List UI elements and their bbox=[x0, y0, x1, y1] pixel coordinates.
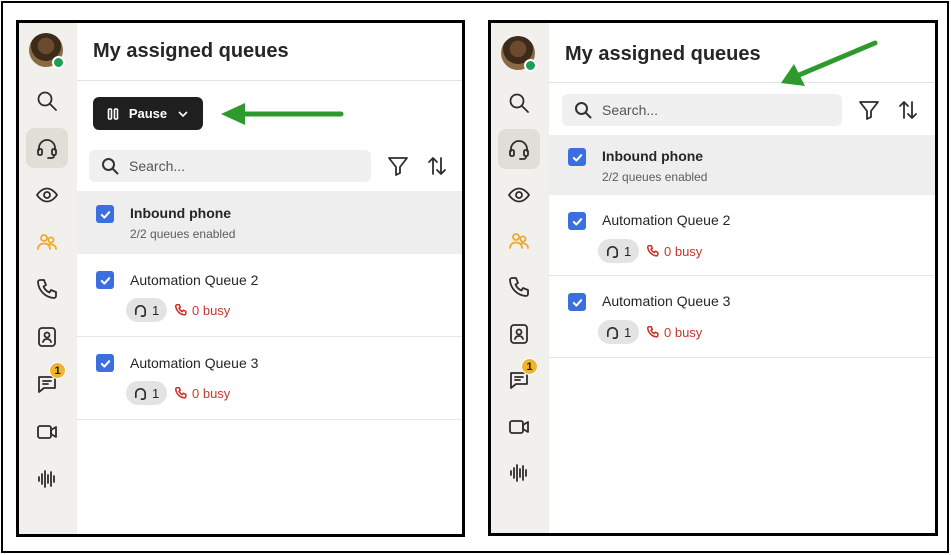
phone-icon bbox=[174, 303, 187, 316]
page-title: My assigned queues bbox=[93, 40, 289, 62]
avatar[interactable] bbox=[501, 36, 537, 72]
video-icon[interactable] bbox=[498, 407, 540, 447]
agent-count-chip: 1 bbox=[126, 381, 168, 405]
busy-status: 0 busy bbox=[646, 320, 702, 344]
filter-icon[interactable] bbox=[386, 154, 410, 178]
contacts-icon[interactable] bbox=[26, 317, 68, 357]
eye-icon[interactable] bbox=[498, 175, 540, 215]
search-icon bbox=[575, 102, 592, 119]
search-input[interactable]: Search... bbox=[89, 150, 371, 182]
main-content: My assigned queues Search... Inbound pho… bbox=[549, 23, 935, 533]
queue-checkbox[interactable] bbox=[96, 354, 114, 372]
headset-icon bbox=[134, 387, 147, 400]
group-name: Inbound phone bbox=[602, 148, 704, 164]
presence-status-icon bbox=[52, 56, 65, 69]
agent-count: 1 bbox=[152, 302, 160, 318]
sort-icon[interactable] bbox=[425, 154, 449, 178]
chat-icon[interactable]: 1 bbox=[26, 362, 68, 404]
search-icon[interactable] bbox=[26, 81, 68, 121]
agent-count: 1 bbox=[152, 385, 160, 401]
avatar[interactable] bbox=[29, 33, 65, 69]
agent-count-chip: 1 bbox=[598, 320, 640, 344]
chat-icon[interactable]: 1 bbox=[498, 358, 540, 400]
busy-label: 0 busy bbox=[664, 243, 703, 259]
headset-icon[interactable] bbox=[26, 128, 68, 168]
right-panel: 1 My assigned queues Search... Inbound p… bbox=[488, 20, 938, 536]
phone-icon[interactable] bbox=[498, 267, 540, 307]
queue-row[interactable]: Automation Queue 2 1 0 busy bbox=[549, 195, 935, 276]
busy-label: 0 busy bbox=[192, 302, 231, 318]
queue-name: Automation Queue 3 bbox=[130, 355, 259, 371]
queue-row[interactable]: Automation Queue 2 1 0 busy bbox=[77, 254, 462, 337]
group-checkbox[interactable] bbox=[96, 205, 114, 223]
busy-status: 0 busy bbox=[646, 239, 702, 263]
phone-icon bbox=[174, 386, 187, 399]
sort-icon[interactable] bbox=[896, 98, 920, 122]
people-icon[interactable] bbox=[26, 222, 68, 262]
screenshot-frame: 1 My assigned queues Pause Search... Inb… bbox=[1, 1, 949, 553]
queue-name: Automation Queue 3 bbox=[602, 293, 731, 309]
queue-checkbox[interactable] bbox=[96, 271, 114, 289]
video-icon[interactable] bbox=[26, 412, 68, 452]
search-placeholder: Search... bbox=[602, 102, 659, 118]
people-icon[interactable] bbox=[498, 221, 540, 261]
busy-status: 0 busy bbox=[174, 381, 230, 405]
nav-rail: 1 bbox=[491, 23, 549, 533]
phone-icon bbox=[646, 244, 659, 257]
busy-label: 0 busy bbox=[192, 385, 231, 401]
pause-label: Pause bbox=[128, 106, 168, 121]
pause-icon bbox=[107, 107, 119, 120]
agent-count-chip: 1 bbox=[598, 239, 640, 263]
group-checkbox[interactable] bbox=[568, 148, 586, 166]
filter-icon[interactable] bbox=[857, 98, 881, 122]
headset-icon[interactable] bbox=[498, 129, 540, 169]
waveform-icon[interactable] bbox=[26, 459, 68, 499]
queue-name: Automation Queue 2 bbox=[130, 272, 259, 288]
busy-status: 0 busy bbox=[174, 298, 230, 322]
contacts-icon[interactable] bbox=[498, 314, 540, 354]
agent-count: 1 bbox=[624, 243, 632, 259]
search-icon bbox=[102, 158, 119, 175]
search-placeholder: Search... bbox=[129, 158, 186, 174]
group-status: 2/2 queues enabled bbox=[130, 227, 236, 241]
nav-rail: 1 bbox=[19, 23, 77, 534]
phone-icon[interactable] bbox=[26, 269, 68, 309]
annotation-arrow-icon bbox=[221, 103, 344, 125]
headset-icon bbox=[606, 245, 619, 258]
group-name: Inbound phone bbox=[130, 205, 232, 221]
queue-group-row[interactable]: Inbound phone 2/2 queues enabled bbox=[549, 135, 935, 195]
agent-count-chip: 1 bbox=[126, 298, 168, 322]
waveform-icon[interactable] bbox=[498, 453, 540, 493]
phone-icon bbox=[646, 325, 659, 338]
annotation-arrow-icon bbox=[781, 40, 878, 86]
agent-count: 1 bbox=[624, 324, 632, 340]
queue-name: Automation Queue 2 bbox=[602, 212, 731, 228]
headset-icon bbox=[134, 304, 147, 317]
chevron-down-icon bbox=[178, 110, 188, 117]
queue-checkbox[interactable] bbox=[568, 293, 586, 311]
search-input[interactable]: Search... bbox=[562, 94, 842, 126]
queue-row[interactable]: Automation Queue 3 1 0 busy bbox=[549, 276, 935, 358]
queue-row[interactable]: Automation Queue 3 1 0 busy bbox=[77, 337, 462, 420]
headset-icon bbox=[606, 326, 619, 339]
page-title: My assigned queues bbox=[565, 43, 761, 65]
main-content: My assigned queues Pause Search... Inbou… bbox=[77, 23, 462, 534]
pause-button[interactable]: Pause bbox=[93, 97, 203, 130]
queue-checkbox[interactable] bbox=[568, 212, 586, 230]
group-status: 2/2 queues enabled bbox=[602, 170, 708, 184]
presence-status-icon bbox=[524, 59, 537, 72]
chat-badge: 1 bbox=[521, 358, 538, 375]
search-icon[interactable] bbox=[498, 83, 540, 123]
busy-label: 0 busy bbox=[664, 324, 703, 340]
queue-group-row[interactable]: Inbound phone 2/2 queues enabled bbox=[77, 191, 462, 254]
eye-icon[interactable] bbox=[26, 175, 68, 215]
header-divider bbox=[77, 80, 462, 81]
left-panel: 1 My assigned queues Pause Search... Inb… bbox=[16, 20, 465, 537]
chat-badge: 1 bbox=[49, 362, 66, 379]
